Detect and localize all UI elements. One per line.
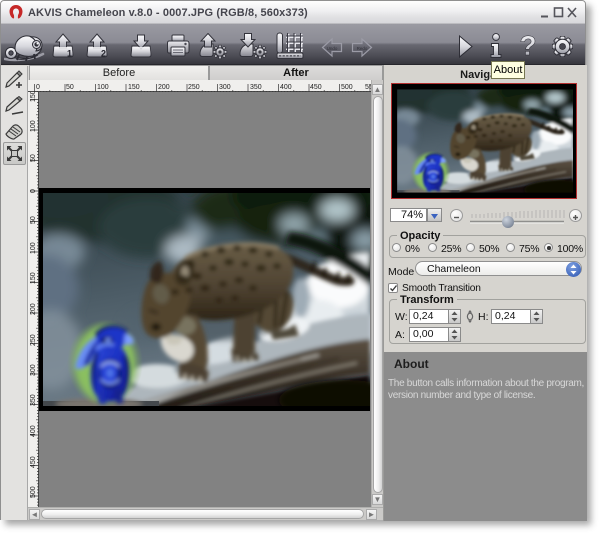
svg-text:Redo: Redo: [357, 46, 368, 51]
svg-text:0: 0: [30, 189, 37, 193]
svg-text:250: 250: [188, 84, 200, 91]
svg-text:150: 150: [30, 92, 37, 102]
svg-text:150: 150: [128, 84, 140, 91]
svg-text:300: 300: [219, 84, 231, 91]
svg-text:400: 400: [30, 425, 37, 437]
svg-text:200: 200: [30, 303, 37, 315]
svg-text:100: 100: [97, 84, 109, 91]
svg-text:0: 0: [36, 84, 40, 91]
svg-text:100: 100: [30, 120, 37, 132]
svg-text:250: 250: [30, 334, 37, 346]
svg-text:50: 50: [30, 154, 37, 162]
svg-text:500: 500: [30, 486, 37, 498]
svg-text:100: 100: [30, 242, 37, 254]
svg-text:200: 200: [158, 84, 170, 91]
svg-text:50: 50: [66, 84, 74, 91]
svg-text:Undo: Undo: [327, 46, 338, 51]
svg-text:1: 1: [67, 49, 72, 59]
svg-text:?: ?: [519, 32, 536, 59]
svg-text:400: 400: [280, 84, 292, 91]
svg-text:350: 350: [30, 394, 37, 406]
svg-text:2: 2: [101, 49, 106, 59]
svg-text:50: 50: [30, 216, 37, 224]
svg-text:500: 500: [341, 84, 353, 91]
svg-text:300: 300: [30, 364, 37, 376]
svg-text:150: 150: [30, 272, 37, 284]
svg-text:450: 450: [30, 456, 37, 468]
svg-text:350: 350: [250, 84, 262, 91]
svg-text:450: 450: [310, 84, 322, 91]
